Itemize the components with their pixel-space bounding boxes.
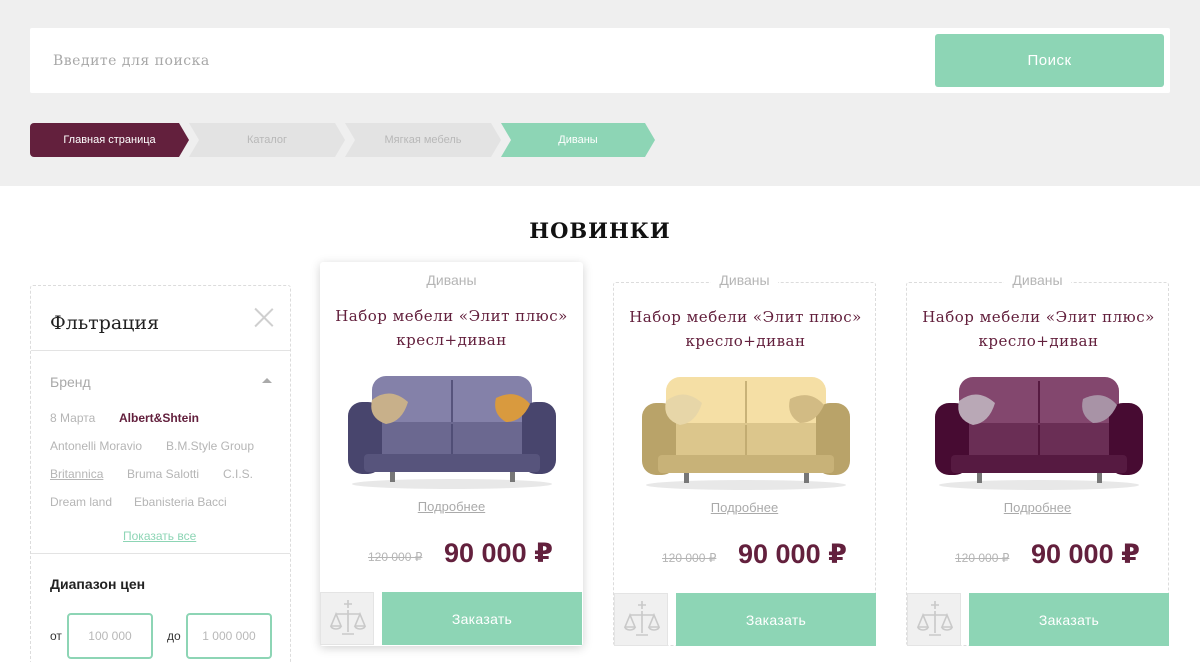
- section-title: НОВИНКИ: [529, 218, 671, 243]
- brand-item[interactable]: C.I.S.: [223, 467, 253, 481]
- price: 90 000 ₽: [1031, 539, 1140, 569]
- breadcrumb-home[interactable]: Главная страница: [30, 123, 189, 157]
- sofa-image[interactable]: [636, 363, 856, 493]
- price-to-label: до: [167, 629, 181, 643]
- old-price: 120 000 ₽: [955, 551, 1010, 565]
- brand-item[interactable]: Bruma Salotti: [127, 467, 199, 481]
- product-card[interactable]: Диваны Набор мебели «Элит плюс» кресло+д…: [906, 272, 1169, 646]
- brand-item[interactable]: Antonelli Moravio: [50, 439, 142, 453]
- sofa-image[interactable]: [342, 362, 562, 492]
- details-link[interactable]: Подробнее: [320, 499, 583, 514]
- product-card[interactable]: Диваны Набор мебели «Элит плюс» кресл+ди…: [320, 262, 583, 646]
- compare-button[interactable]: [907, 593, 961, 646]
- divider: [31, 350, 290, 351]
- scales-icon: [330, 600, 366, 635]
- scales-icon: [917, 601, 953, 636]
- compare-button[interactable]: [614, 593, 668, 646]
- breadcrumb-catalog[interactable]: Каталог: [189, 123, 345, 157]
- filter-title: Фльтрация: [50, 312, 160, 334]
- breadcrumb-sofas[interactable]: Диваны: [501, 123, 655, 157]
- product-category: Диваны: [907, 272, 1168, 288]
- compare-button[interactable]: [320, 592, 374, 645]
- sofa-image[interactable]: [929, 363, 1149, 493]
- product-name[interactable]: Набор мебели «Элит плюс» кресло+диван: [917, 305, 1160, 353]
- brand-item[interactable]: Dream land: [50, 495, 112, 509]
- search-button[interactable]: Поиск: [935, 34, 1164, 87]
- old-price: 120 000 ₽: [368, 550, 423, 564]
- brand-item[interactable]: 8 Марта: [50, 411, 95, 425]
- product-category: Диваны: [320, 272, 583, 288]
- brand-item[interactable]: B.M.Style Group: [166, 439, 254, 453]
- price-from-input[interactable]: [67, 613, 153, 659]
- breadcrumb-soft-furniture[interactable]: Мягкая мебель: [345, 123, 501, 157]
- product-name[interactable]: Набор мебели «Элит плюс» кресл+диван: [330, 304, 573, 352]
- brand-item[interactable]: Ebanisteria Bacci: [134, 495, 227, 509]
- brand-heading: Бренд: [50, 374, 91, 390]
- show-all-link[interactable]: Показать все: [123, 529, 196, 543]
- order-button[interactable]: Заказать: [969, 593, 1169, 646]
- details-link[interactable]: Подробнее: [614, 500, 875, 515]
- divider: [31, 553, 290, 554]
- brand-item[interactable]: Britannica: [50, 467, 103, 481]
- details-link[interactable]: Подробнее: [907, 500, 1168, 515]
- price-range-heading: Диапазон цен: [50, 576, 146, 592]
- brand-item-active[interactable]: Albert&Shtein: [119, 411, 199, 425]
- old-price: 120 000 ₽: [662, 551, 717, 565]
- chevron-up-icon[interactable]: [262, 378, 272, 383]
- search-input[interactable]: [30, 28, 930, 93]
- product-name[interactable]: Набор мебели «Элит плюс» кресло+диван: [624, 305, 867, 353]
- close-icon[interactable]: [253, 306, 275, 328]
- product-category: Диваны: [614, 272, 875, 288]
- search-box: Поиск: [30, 28, 1170, 93]
- filter-panel: Фльтрация Бренд 8 Марта Albert&Shtein An…: [30, 285, 291, 662]
- scales-icon: [624, 601, 660, 636]
- order-button[interactable]: Заказать: [382, 592, 582, 645]
- order-button[interactable]: Заказать: [676, 593, 876, 646]
- price: 90 000 ₽: [444, 538, 553, 568]
- price-from-label: от: [50, 629, 62, 643]
- price: 90 000 ₽: [738, 539, 847, 569]
- price-to-input[interactable]: [186, 613, 272, 659]
- product-card[interactable]: Диваны Набор мебели «Элит плюс» кресло+д…: [613, 272, 876, 646]
